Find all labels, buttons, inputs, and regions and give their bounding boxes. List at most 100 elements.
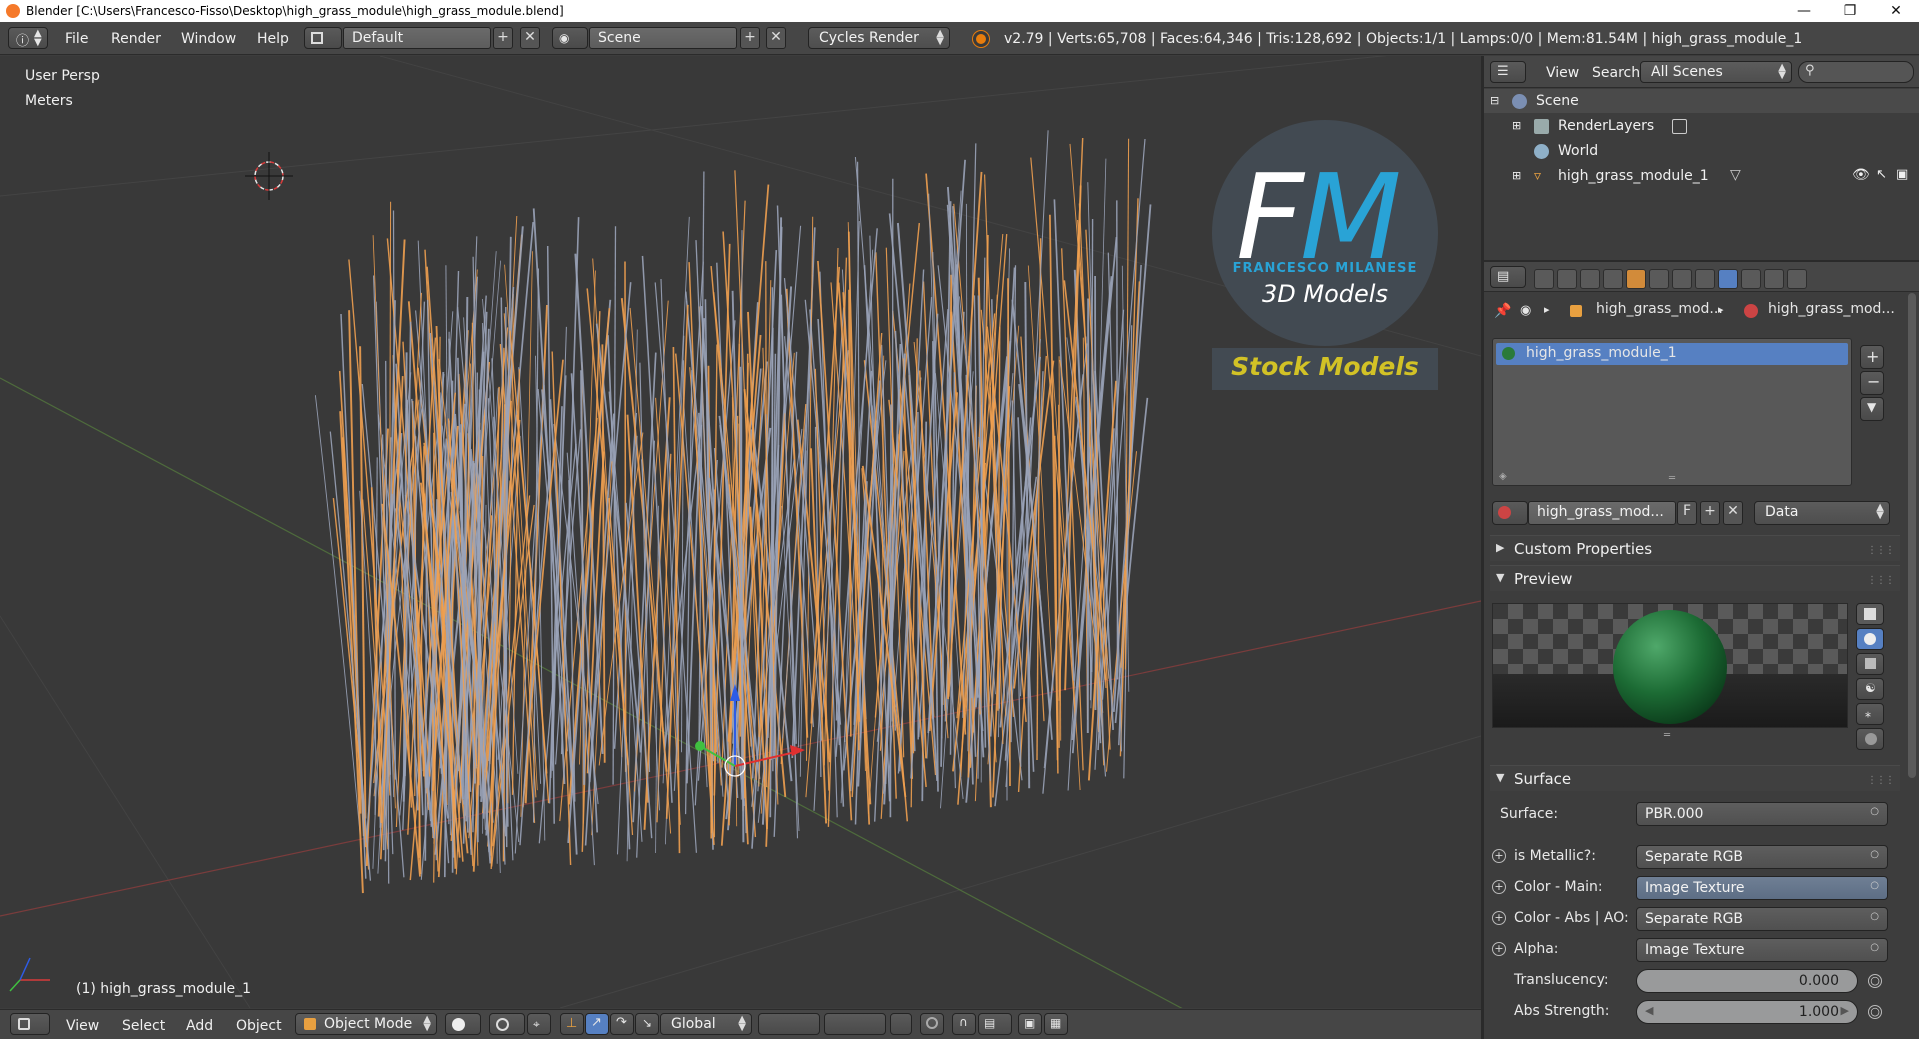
pin-icon[interactable]: 📌 — [1494, 303, 1511, 319]
chevron-right-icon[interactable]: ▶ — [1841, 1004, 1849, 1017]
screen-layout-browse[interactable] — [304, 27, 342, 49]
tab-constraints[interactable] — [1649, 269, 1669, 289]
orientation-dropdown[interactable]: Global ▲ ▼ — [660, 1013, 752, 1035]
preview-sphere-button[interactable] — [1856, 628, 1884, 650]
properties-scrollbar[interactable] — [1908, 293, 1916, 778]
3d-viewport[interactable]: User Persp Meters (1) high_grass_module_… — [0, 56, 1481, 1008]
render-camera-icon[interactable]: ▣ — [1896, 167, 1908, 182]
abs-strength-field[interactable]: ◀ 1.000 ▶ — [1636, 1000, 1858, 1024]
outliner-item-world[interactable]: World — [1484, 139, 1919, 163]
resize-grip-icon[interactable]: ═ — [1669, 473, 1675, 484]
layers-group-2[interactable] — [824, 1013, 886, 1035]
minimize-button[interactable]: — — [1781, 0, 1827, 22]
snap-toggle[interactable]: ∩ — [952, 1013, 976, 1035]
drag-grip-icon[interactable]: ⋮⋮⋮ — [1867, 775, 1895, 786]
breadcrumb-material[interactable]: high_grass_mod... — [1768, 301, 1895, 317]
scale-toggle[interactable]: ↘ — [635, 1013, 659, 1035]
scene-field[interactable]: Scene — [589, 27, 737, 49]
outliner-menu-search[interactable]: Search — [1592, 65, 1640, 81]
menu-add[interactable]: Add — [186, 1018, 213, 1034]
remove-layout-button[interactable]: ✕ — [520, 27, 540, 49]
add-layout-button[interactable]: + — [493, 27, 513, 49]
expand-icon[interactable]: ⊞ — [1512, 119, 1521, 132]
outliner-item-renderlayers[interactable]: ⊞ RenderLayers — [1484, 114, 1919, 138]
layer-lock-toggle[interactable] — [890, 1013, 912, 1035]
rotate-toggle[interactable]: ↷ — [610, 1013, 634, 1035]
menu-object[interactable]: Object — [236, 1018, 282, 1034]
remove-material-slot-button[interactable]: − — [1860, 371, 1884, 395]
close-window-button[interactable]: ✕ — [1873, 0, 1919, 22]
translate-toggle[interactable]: ↗ — [585, 1013, 609, 1035]
screen-layout-field[interactable]: Default — [343, 27, 491, 49]
socket-dot-icon[interactable]: ○ — [1868, 1005, 1882, 1019]
material-browse-button[interactable] — [1492, 501, 1528, 525]
editor-type-button[interactable]: ⓘ ▲ ▼ — [8, 27, 48, 49]
material-slot-item[interactable]: high_grass_module_1 — [1496, 343, 1848, 365]
eye-icon[interactable]: 👁 — [1852, 167, 1870, 183]
preview-world-button[interactable] — [1856, 728, 1884, 750]
remove-scene-button[interactable]: ✕ — [766, 27, 786, 49]
surface-shader-field[interactable]: PBR.000 ○ — [1636, 802, 1888, 826]
unlink-material-button[interactable]: ✕ — [1723, 501, 1743, 525]
proportional-edit-toggle[interactable] — [920, 1013, 944, 1035]
chevron-left-icon[interactable]: ◀ — [1645, 1004, 1653, 1017]
tab-data[interactable] — [1695, 269, 1715, 289]
outliner-search-input[interactable]: ⚲ — [1798, 61, 1914, 83]
material-name-field[interactable]: high_grass_mod... — [1528, 501, 1676, 525]
opengl-render-animation-button[interactable]: ▦ — [1044, 1013, 1068, 1035]
drag-grip-icon[interactable]: ⋮⋮⋮ — [1867, 575, 1895, 586]
outliner-item-grass-object[interactable]: ⊞ ▿ high_grass_module_1 ▽ 👁 ↖ ▣ — [1484, 164, 1919, 188]
preview-monkey-button[interactable]: ☯ — [1856, 678, 1884, 700]
menu-window[interactable]: Window — [181, 31, 236, 47]
menu-select[interactable]: Select — [122, 1018, 165, 1034]
filter-options-icon[interactable]: ◈ — [1499, 471, 1507, 482]
preview-cube-button[interactable] — [1856, 653, 1884, 675]
render-engine-dropdown[interactable]: Cycles Render ▲ ▼ — [808, 27, 950, 49]
outliner-menu-view[interactable]: View — [1546, 65, 1579, 81]
input-link-field[interactable]: Image Texture ○ — [1636, 938, 1888, 962]
drag-grip-icon[interactable]: ⋮⋮⋮ — [1867, 545, 1895, 556]
material-specials-button[interactable]: ▼ — [1860, 397, 1884, 421]
tab-object[interactable] — [1626, 269, 1646, 289]
tab-world[interactable] — [1603, 269, 1623, 289]
tab-particles[interactable] — [1764, 269, 1784, 289]
tab-texture[interactable] — [1741, 269, 1761, 289]
panel-preview[interactable]: ▼ Preview ⋮⋮⋮ — [1490, 565, 1900, 591]
panel-custom-properties[interactable]: ▶ Custom Properties ⋮⋮⋮ — [1490, 535, 1900, 561]
tab-physics[interactable] — [1787, 269, 1807, 289]
pivot-dropdown[interactable] — [489, 1013, 525, 1035]
expand-input-icon[interactable]: + — [1492, 849, 1506, 863]
snap-element-dropdown[interactable]: ▤ — [978, 1013, 1012, 1035]
collapse-icon[interactable]: ⊟ — [1490, 94, 1499, 107]
mode-dropdown[interactable]: Object Mode ▲ ▼ — [295, 1013, 437, 1035]
tab-render[interactable] — [1534, 269, 1554, 289]
opengl-render-button[interactable]: ▣ — [1018, 1013, 1042, 1035]
preview-hair-button[interactable]: ⁎ — [1856, 703, 1884, 725]
input-link-field[interactable]: Image Texture ○ — [1636, 876, 1888, 900]
maximize-button[interactable]: ❐ — [1827, 0, 1873, 22]
outliner-display-mode-dropdown[interactable]: All Scenes ▲ ▼ — [1640, 61, 1792, 83]
cursor-select-icon[interactable]: ↖ — [1876, 167, 1887, 182]
outliner-item-scene[interactable]: ⊟ Scene — [1484, 89, 1919, 113]
layers-group-1[interactable] — [758, 1013, 820, 1035]
socket-dot-icon[interactable]: ○ — [1868, 974, 1882, 988]
scene-browse[interactable]: ◉ — [552, 27, 588, 49]
grass-mesh[interactable] — [314, 130, 1152, 894]
material-slot-list[interactable]: high_grass_module_1 ═ ◈ — [1492, 338, 1852, 486]
manipulator-toggle[interactable]: ⌖ — [527, 1013, 551, 1035]
3d-cursor-icon[interactable] — [245, 152, 293, 200]
preview-plane-button[interactable] — [1856, 603, 1884, 625]
add-material-slot-button[interactable]: + — [1860, 345, 1884, 369]
tab-render-layers[interactable] — [1557, 269, 1577, 289]
translucency-slider[interactable]: 0.000 — [1636, 969, 1858, 993]
input-link-field[interactable]: Separate RGB ○ — [1636, 907, 1888, 931]
menu-render[interactable]: Render — [111, 31, 161, 47]
expand-input-icon[interactable]: + — [1492, 942, 1506, 956]
menu-help[interactable]: Help — [257, 31, 289, 47]
tab-material[interactable] — [1718, 269, 1738, 289]
add-scene-button[interactable]: + — [740, 27, 760, 49]
new-material-button[interactable]: + — [1700, 501, 1720, 525]
expand-input-icon[interactable]: + — [1492, 911, 1506, 925]
expand-input-icon[interactable]: + — [1492, 880, 1506, 894]
tab-modifiers[interactable] — [1672, 269, 1692, 289]
